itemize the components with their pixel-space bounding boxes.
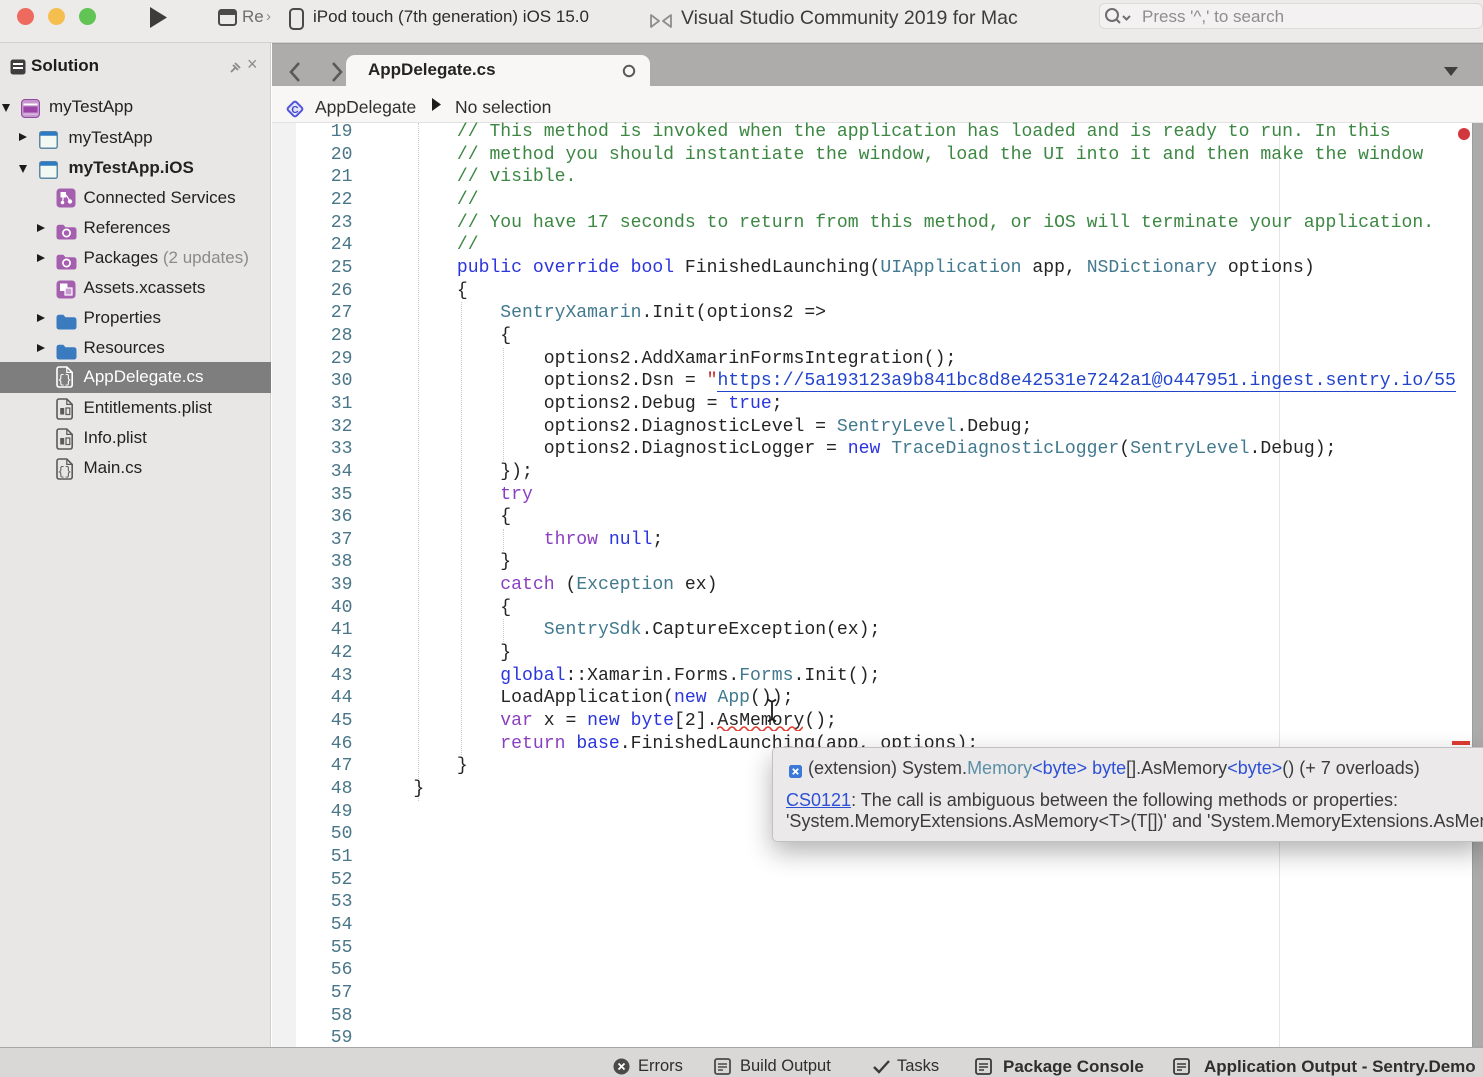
svg-text:C: C bbox=[291, 105, 298, 116]
svg-text:{}: {} bbox=[57, 373, 71, 387]
svg-text:{}: {} bbox=[57, 465, 71, 479]
